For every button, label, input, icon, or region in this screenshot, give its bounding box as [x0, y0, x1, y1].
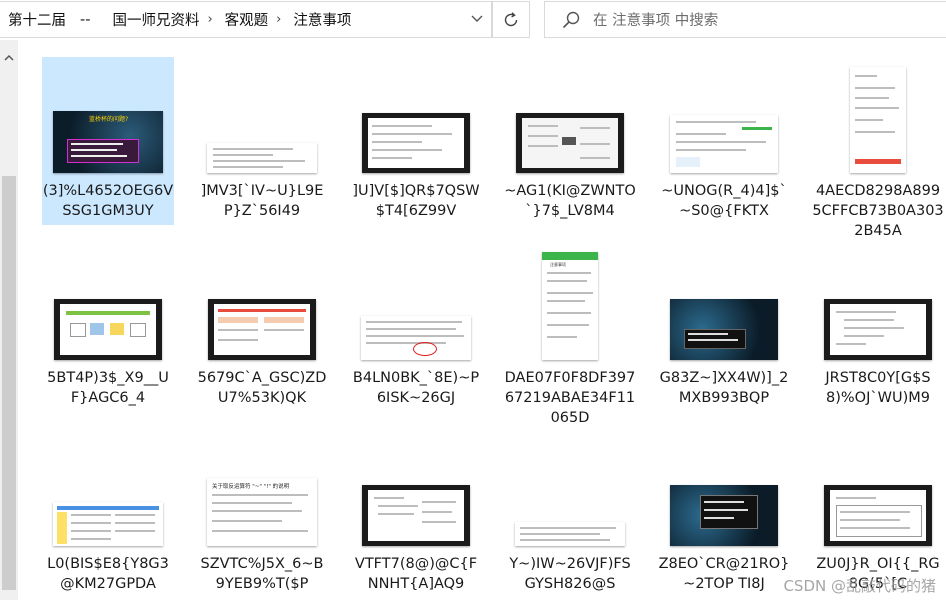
phone-title: 注意事项 [550, 262, 566, 267]
file-item[interactable]: ~AG1(KI@ZWNTO`}7$_LV8M4 [504, 57, 636, 225]
file-thumbnail [670, 299, 778, 360]
file-thumbnail [824, 485, 932, 546]
chevron-down-icon[interactable] [469, 11, 485, 27]
breadcrumb-item-root[interactable]: 第十二届 [0, 9, 70, 30]
file-item[interactable]: 蓝桥杯的问题? (3]%L4652OEG6VSSG1GM3UY [42, 57, 174, 225]
file-name: 5679C`A_GSC)ZDU7%53K)QK [197, 370, 327, 406]
file-thumbnail [516, 113, 624, 173]
file-item[interactable]: ]MV3[`IV~U}L9EP}Z`56I49 [196, 57, 328, 225]
file-name: ]MV3[`IV~U}L9EP}Z`56I49 [200, 183, 324, 219]
file-name: ]U]V[$]QR$7QSW$T4[6Z99V [352, 183, 480, 219]
file-item[interactable]: B4LN0BK_`8E)~P6ISK~26GJ [350, 244, 482, 412]
file-item[interactable]: 注意事项 DAE07F0F8DF39767219ABAE34F11065D [504, 244, 636, 426]
search-field[interactable]: 在 注意事项 中搜索 [544, 1, 946, 38]
file-item[interactable]: VTFT7(8@)@C{FNNHT{A]AQ9 [350, 430, 482, 598]
file-grid: 蓝桥杯的问题? (3]%L4652OEG6VSSG1GM3UY ]MV3[`IV… [30, 54, 946, 600]
file-name: JRST8C0Y[G$S8)%OJ`WU)M9 [825, 370, 931, 406]
file-item[interactable]: JRST8C0Y[G$S8)%OJ`WU)M9 [812, 244, 944, 412]
file-thumbnail: 关于取反运算符 "~" "!" 的说明 [207, 478, 317, 546]
file-thumbnail [670, 115, 778, 173]
breadcrumb[interactable]: 第十二届 -- 国一师兄资料 › 客观题 › 注意事项 [0, 1, 492, 38]
refresh-icon [504, 11, 518, 26]
file-name: Y~)IW~26VJF)FSGYSH826@S [509, 556, 631, 592]
file-thumbnail [54, 299, 162, 360]
file-name: 4AECD8298A8995CFFCB73B0A3032B45A [812, 183, 944, 239]
address-toolbar: 第十二届 -- 国一师兄资料 › 客观题 › 注意事项 在 注意事项 中搜索 [0, 0, 946, 40]
file-name: SZVTC%J5X_6~B9YEB9%T($P [200, 556, 324, 592]
file-item[interactable]: 5679C`A_GSC)ZDU7%53K)QK [196, 244, 328, 412]
file-thumbnail [362, 485, 470, 546]
file-item[interactable]: G83Z~]XX4W)]_2MXB993BQP [658, 244, 790, 412]
file-name: L0(BIS$E8{Y8G3@KM27GPDA [47, 556, 169, 592]
file-name: DAE07F0F8DF39767219ABAE34F11065D [504, 370, 636, 426]
file-item[interactable]: 关于取反运算符 "~" "!" 的说明 SZVTC%J5X_6~B9YEB9%T… [196, 430, 328, 598]
file-name: ~AG1(KI@ZWNTO`}7$_LV8M4 [504, 183, 636, 219]
file-thumbnail [208, 299, 316, 360]
file-name: (3]%L4652OEG6VSSG1GM3UY [42, 183, 174, 219]
slide-title: 蓝桥杯的问题? [89, 116, 129, 123]
file-thumbnail [824, 299, 932, 360]
file-thumbnail: 注意事项 [542, 252, 598, 360]
scrollbar-thumb[interactable] [2, 176, 16, 590]
file-item[interactable]: 5BT4P)3$_X9__UF}AGC6_4 [42, 244, 174, 412]
search-icon [562, 11, 580, 28]
file-item[interactable]: 4AECD8298A8995CFFCB73B0A3032B45A [812, 57, 944, 239]
file-name: VTFT7(8@)@C{FNNHT{A]AQ9 [354, 556, 478, 592]
file-thumbnail [207, 143, 317, 173]
file-thumbnail [670, 485, 778, 546]
breadcrumb-dash: -- [80, 11, 91, 28]
file-name: B4LN0BK_`8E)~P6ISK~26GJ [352, 370, 480, 406]
file-thumbnail [362, 113, 470, 173]
search-input[interactable]: 在 注意事项 中搜索 [593, 9, 718, 30]
scroll-up-arrow-icon[interactable] [0, 48, 18, 66]
file-thumbnail [850, 67, 906, 173]
doc-heading: 关于取反运算符 "~" "!" 的说明 [212, 484, 290, 490]
file-thumbnail [53, 502, 163, 546]
breadcrumb-item-materials[interactable]: 国一师兄资料 [104, 9, 203, 30]
watermark: CSDN @乱敲代码的猪 [783, 577, 936, 595]
file-name: ~UNOG(R_4)4]$`~S0@{FKTX [661, 183, 787, 219]
breadcrumb-item-current[interactable]: 注意事项 [285, 9, 355, 30]
file-thumbnail: 蓝桥杯的问题? [53, 111, 163, 173]
file-item[interactable]: L0(BIS$E8{Y8G3@KM27GPDA [42, 430, 174, 598]
file-thumbnail [361, 316, 471, 360]
file-name: G83Z~]XX4W)]_2MXB993BQP [659, 370, 789, 406]
file-item[interactable]: ]U]V[$]QR$7QSW$T4[6Z99V [350, 57, 482, 225]
chevron-right-icon[interactable]: › [203, 12, 216, 27]
file-name: Z8EO`CR@21RO}~2TOP TI8J [658, 556, 790, 592]
file-name: 5BT4P)3$_X9__UF}AGC6_4 [47, 370, 169, 406]
refresh-button[interactable] [492, 1, 530, 38]
file-item[interactable]: ZU0J}R_OI{{_RG 8G(5`[C [812, 430, 944, 598]
file-thumbnail [515, 522, 625, 546]
breadcrumb-item-objective[interactable]: 客观题 [217, 9, 273, 30]
file-item[interactable]: Z8EO`CR@21RO}~2TOP TI8J [658, 430, 790, 598]
vertical-scrollbar[interactable] [0, 40, 18, 600]
file-item[interactable]: Y~)IW~26VJF)FSGYSH826@S [504, 430, 636, 598]
chevron-right-icon[interactable]: › [272, 12, 285, 27]
file-item[interactable]: ~UNOG(R_4)4]$`~S0@{FKTX [658, 57, 790, 225]
